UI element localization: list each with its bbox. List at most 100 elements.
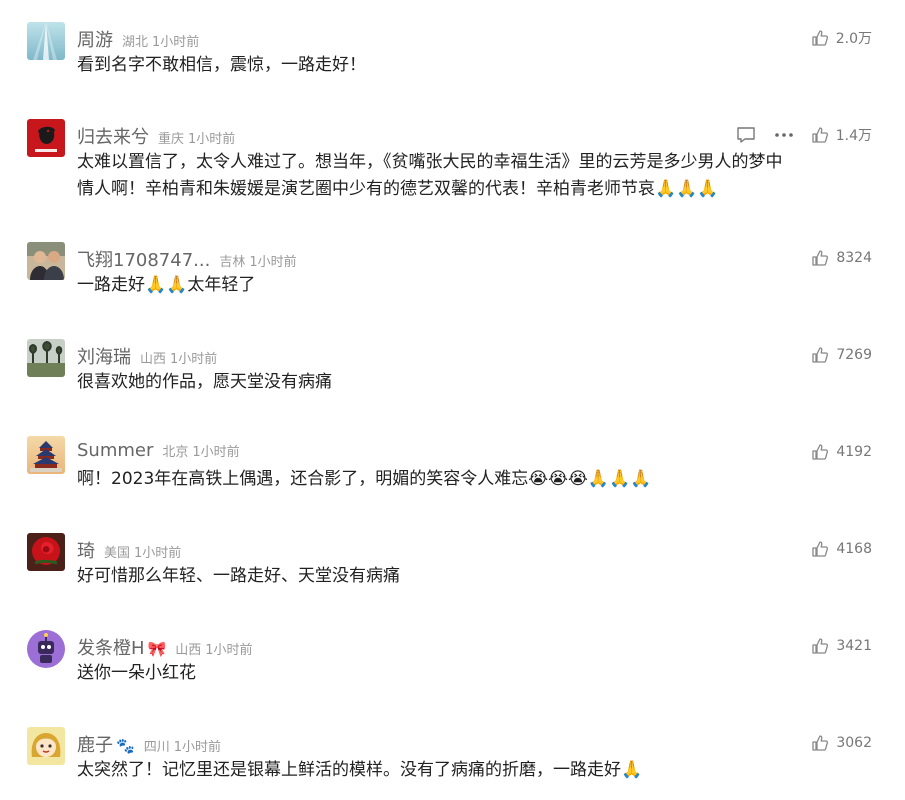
comment-meta: 琦 美国 1小时前	[77, 537, 181, 563]
like-count: 1.4万	[835, 128, 872, 144]
like-button[interactable]: 1.4万	[810, 125, 872, 145]
comment-line: 太难以置信了，太令人难过了。想当年，《贫嘴张大民的幸福生活》里的云芳是多少男人的…	[77, 152, 783, 172]
timestamp: 1小时前	[170, 352, 218, 367]
red-portrait-avatar	[27, 119, 65, 157]
location: 美国	[104, 546, 131, 561]
comment-meta: 鹿子 🐾 四川 1小时前	[77, 731, 221, 757]
username[interactable]: 琦	[77, 537, 95, 563]
location: 四川	[143, 740, 170, 755]
location: 吉林	[219, 255, 246, 270]
landscape-trees-avatar	[27, 339, 65, 377]
comment-line: 送你一朵小红花	[77, 663, 196, 683]
comment-line: 好可惜那么年轻、一路走好、天堂没有病痛	[77, 566, 400, 586]
comment-text: 太突然了！记忆里还是银幕上鲜活的模样。没有了病痛的折磨，一路走好🙏	[77, 757, 877, 784]
comment-meta: Summer 北京 1小时前	[77, 440, 240, 464]
timestamp: 1小时前	[205, 643, 253, 658]
username[interactable]: 飞翔1708747...	[77, 246, 210, 272]
comment-text: 啊！2023年在高铁上偶遇，还合影了，明媚的笑容令人难忘😭😭😭🙏🙏🙏	[77, 466, 877, 493]
thumbs-up-icon	[810, 125, 830, 145]
like-count: 2.0万	[835, 31, 872, 47]
like-count: 3421	[836, 638, 872, 654]
like-button[interactable]: 3062	[810, 733, 872, 753]
red-rose-avatar	[27, 533, 65, 571]
comment-actions: 7269	[810, 343, 872, 367]
comment-text: 很喜欢她的作品，愿天堂没有病痛	[77, 369, 877, 396]
comment-actions: 1.4万	[736, 123, 872, 147]
comment-line: 一路走好🙏🙏太年轻了	[77, 275, 256, 295]
thumbs-up-icon	[810, 539, 830, 559]
cartoon-girl-avatar	[27, 727, 65, 765]
comment-actions: 8324	[810, 246, 872, 270]
like-button[interactable]: 3421	[810, 636, 872, 656]
avatar[interactable]	[27, 630, 65, 668]
location: 山西	[175, 643, 202, 658]
thumbs-up-icon	[810, 733, 830, 753]
like-button[interactable]: 7269	[810, 345, 872, 365]
comment-text: 看到名字不敢相信，震惊，一路走好！	[77, 52, 877, 79]
group-photo-avatar	[27, 242, 65, 280]
avatar[interactable]	[27, 339, 65, 377]
like-count: 8324	[836, 250, 872, 266]
comment-meta: 周游 湖北 1小时前	[77, 26, 200, 52]
more-options-icon[interactable]	[774, 125, 794, 145]
timestamp: 1小时前	[173, 740, 221, 755]
comment-list: 周游 湖北 1小时前 看到名字不敢相信，震惊，一路走好！ 2.0万 归去来兮 重…	[0, 0, 905, 800]
thumbs-up-icon	[810, 28, 830, 48]
comment-actions: 2.0万	[810, 26, 872, 50]
comment-line: 很喜欢她的作品，愿天堂没有病痛	[77, 372, 332, 392]
timestamp: 1小时前	[249, 255, 297, 270]
comment-line: 太突然了！记忆里还是银幕上鲜活的模样。没有了病痛的折磨，一路走好🙏	[77, 760, 643, 780]
comment-line: 啊！2023年在高铁上偶遇，还合影了，明媚的笑容令人难忘😭😭😭🙏🙏🙏	[77, 469, 652, 489]
username[interactable]: 鹿子	[77, 731, 113, 757]
like-count: 4192	[836, 444, 872, 460]
comment-text: 一路走好🙏🙏太年轻了	[77, 272, 877, 299]
username[interactable]: 发条橙H	[77, 634, 145, 660]
thumbs-up-icon	[810, 442, 830, 462]
location: 重庆	[158, 132, 185, 147]
comment-actions: 3062	[810, 731, 872, 755]
temple-of-heaven-avatar	[27, 436, 65, 474]
badge-icon: 🐾	[116, 737, 135, 755]
username[interactable]: 周游	[77, 26, 113, 52]
thumbs-up-icon	[810, 248, 830, 268]
username[interactable]: 刘海瑞	[77, 343, 131, 369]
location: 山西	[140, 352, 167, 367]
location: 北京	[162, 445, 189, 460]
comment-actions: 3421	[810, 634, 872, 658]
timestamp: 1小时前	[192, 445, 240, 460]
avatar[interactable]	[27, 436, 65, 474]
comment-text: 太难以置信了，太令人难过了。想当年，《贫嘴张大民的幸福生活》里的云芳是多少男人的…	[77, 149, 877, 203]
avatar[interactable]	[27, 727, 65, 765]
comment-text: 送你一朵小红花	[77, 660, 877, 687]
reply-icon[interactable]	[736, 125, 756, 145]
purple-robot-avatar	[27, 630, 65, 668]
avatar[interactable]	[27, 533, 65, 571]
light-blue-ray-avatar	[27, 22, 65, 60]
like-button[interactable]: 4168	[810, 539, 872, 559]
comment-line: 看到名字不敢相信，震惊，一路走好！	[77, 55, 366, 75]
comment-line: 情人啊！辛柏青和朱媛媛是演艺圈中少有的德艺双馨的代表！辛柏青老师节哀🙏🙏🙏	[77, 179, 719, 199]
comment-meta: 飞翔1708747... 吉林 1小时前	[77, 246, 297, 272]
thumbs-up-icon	[810, 345, 830, 365]
username[interactable]: Summer	[77, 440, 153, 461]
avatar[interactable]	[27, 119, 65, 157]
like-button[interactable]: 2.0万	[810, 28, 872, 48]
comment-actions: 4168	[810, 537, 872, 561]
like-count: 4168	[836, 541, 872, 557]
like-count: 3062	[836, 735, 872, 751]
thumbs-up-icon	[810, 636, 830, 656]
comment-actions: 4192	[810, 440, 872, 464]
avatar[interactable]	[27, 22, 65, 60]
timestamp: 1小时前	[152, 35, 200, 50]
username[interactable]: 归去来兮	[77, 123, 149, 149]
like-count: 7269	[836, 347, 872, 363]
comment-text: 好可惜那么年轻、一路走好、天堂没有病痛	[77, 563, 877, 590]
timestamp: 1小时前	[188, 132, 236, 147]
like-button[interactable]: 8324	[810, 248, 872, 268]
comment-meta: 归去来兮 重庆 1小时前	[77, 123, 236, 149]
comment-meta: 刘海瑞 山西 1小时前	[77, 343, 218, 369]
avatar[interactable]	[27, 242, 65, 280]
comment-meta: 发条橙H 🎀 山西 1小时前	[77, 634, 253, 660]
like-button[interactable]: 4192	[810, 442, 872, 462]
badge-icon: 🎀	[147, 640, 167, 658]
